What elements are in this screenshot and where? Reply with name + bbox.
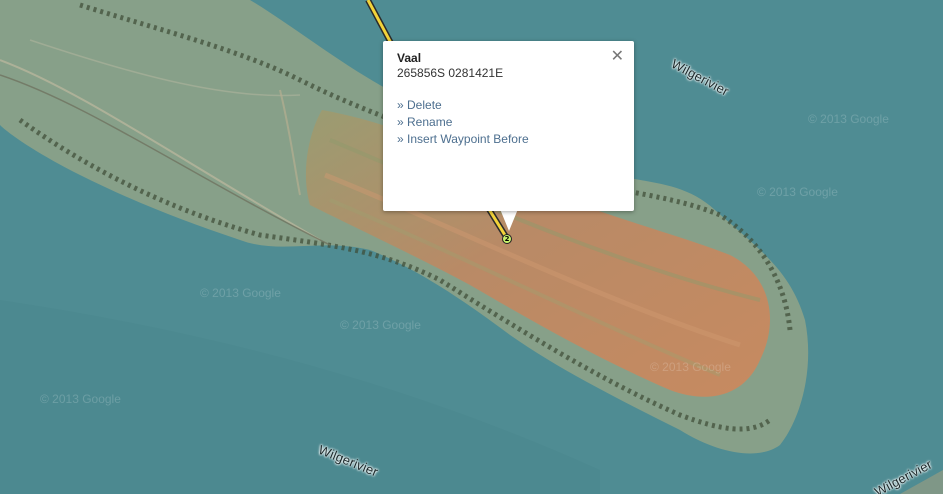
delete-link[interactable]: » Delete: [397, 97, 529, 114]
satellite-map[interactable]: © 2013 Google © 2013 Google © 2013 Googl…: [0, 0, 943, 494]
watermark: © 2013 Google: [340, 318, 421, 332]
watermark: © 2013 Google: [650, 360, 731, 374]
watermark: © 2013 Google: [40, 392, 121, 406]
watermark: © 2013 Google: [808, 112, 889, 126]
watermark: © 2013 Google: [757, 185, 838, 199]
waypoint-title: Vaal: [397, 51, 422, 65]
waypoint-coordinates: 265856S 0281421E: [397, 66, 504, 80]
waypoint-actions: » Delete » Rename » Insert Waypoint Befo…: [397, 97, 529, 148]
waypoint-info-popup: Vaal 265856S 0281421E ✕ » Delete » Renam…: [383, 41, 634, 211]
waypoint-marker-icon[interactable]: 2: [502, 234, 512, 244]
watermark: © 2013 Google: [200, 286, 281, 300]
insert-waypoint-before-link[interactable]: » Insert Waypoint Before: [397, 131, 529, 148]
rename-link[interactable]: » Rename: [397, 114, 529, 131]
close-icon[interactable]: ✕: [611, 49, 624, 65]
popup-pointer: [500, 209, 518, 231]
